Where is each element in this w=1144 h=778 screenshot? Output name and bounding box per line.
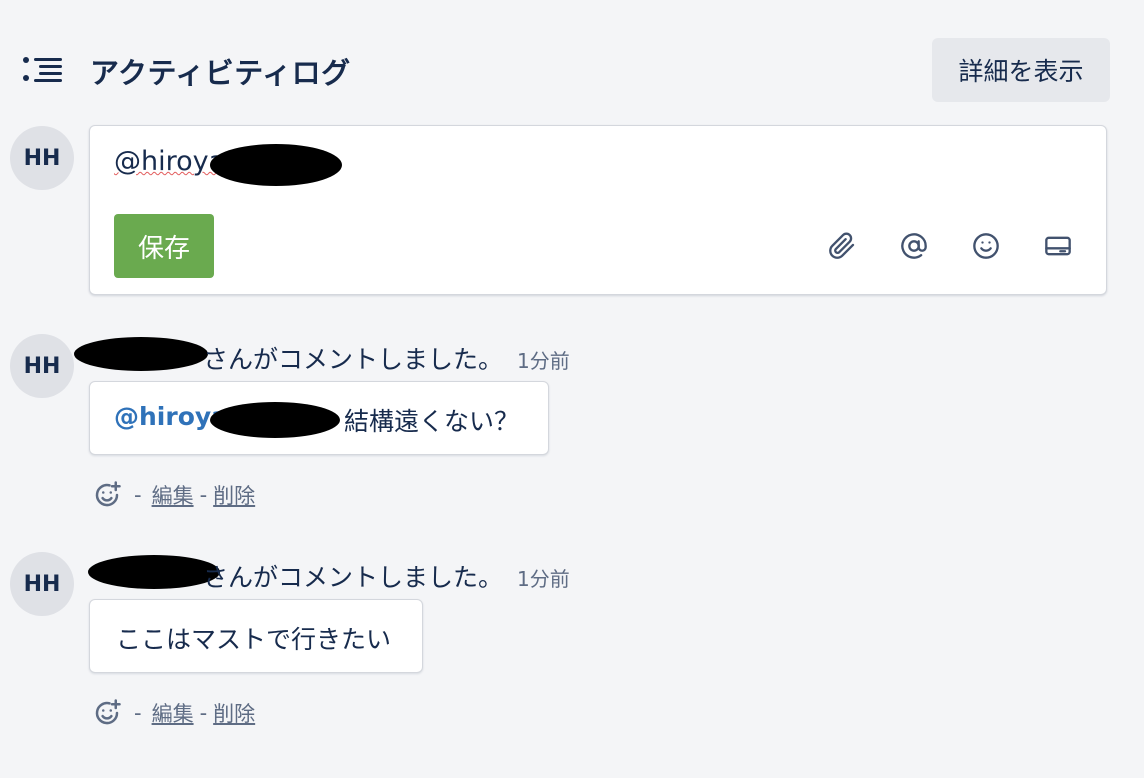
comment-header: さんがコメントしました。 1分前	[203, 558, 570, 594]
comment-body: 結構遠くない？	[344, 407, 520, 436]
comment-time[interactable]: 1分前	[517, 567, 570, 591]
separator: -	[134, 701, 142, 725]
avatar[interactable]: HH	[10, 334, 74, 398]
comment-actions: - 編集 - 削除	[92, 698, 255, 728]
comment-action-text: さんがコメントしました。	[203, 563, 504, 592]
paperclip-icon[interactable]	[824, 228, 860, 264]
comment-header: さんがコメントしました。 1分前	[203, 340, 570, 376]
add-reaction-icon[interactable]	[92, 698, 122, 728]
comment-input-text: @hiroya	[114, 146, 226, 177]
avatar[interactable]: HH	[10, 552, 74, 616]
at-icon[interactable]	[896, 228, 932, 264]
card-icon[interactable]	[1040, 228, 1076, 264]
redaction	[210, 144, 342, 186]
delete-link[interactable]: 削除	[213, 480, 255, 510]
delete-link[interactable]: 削除	[213, 698, 255, 728]
comment-bubble: @hiroya 結構遠くない？	[89, 381, 549, 455]
show-details-button[interactable]: 詳細を表示	[932, 38, 1110, 102]
avatar[interactable]: HH	[10, 126, 74, 190]
comment-body: ここはマストで行きたい	[116, 625, 392, 654]
redaction	[74, 337, 208, 371]
save-button[interactable]: 保存	[114, 214, 214, 278]
separator: -	[134, 483, 142, 507]
comment-composer[interactable]: @hiroya 保存	[89, 125, 1107, 295]
redaction	[210, 402, 340, 438]
comment-bubble: ここはマストで行きたい	[89, 599, 423, 673]
separator: -	[199, 701, 208, 725]
separator: -	[199, 483, 208, 507]
comment-action-text: さんがコメントしました。	[203, 345, 504, 374]
edit-link[interactable]: 編集	[152, 698, 194, 728]
comment-actions: - 編集 - 削除	[92, 480, 255, 510]
comment-input[interactable]: @hiroya	[114, 146, 225, 177]
emoji-icon[interactable]	[968, 228, 1004, 264]
edit-link[interactable]: 編集	[152, 480, 194, 510]
page-title: アクティビティログ	[90, 56, 351, 90]
list-icon	[23, 57, 62, 82]
redaction	[88, 555, 220, 589]
comment-time[interactable]: 1分前	[517, 349, 570, 373]
add-reaction-icon[interactable]	[92, 480, 122, 510]
